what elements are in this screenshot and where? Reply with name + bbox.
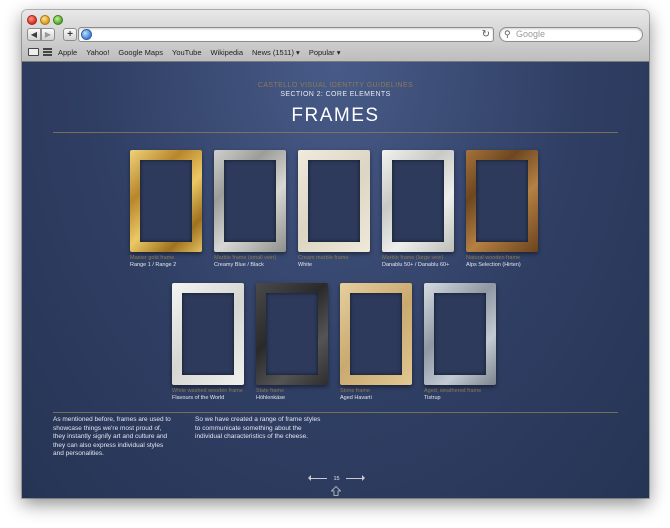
body-paragraph-right: So we have created a range of frame styl…	[195, 416, 321, 441]
search-field[interactable]: ⚲ Google	[499, 27, 643, 42]
browser-window: ◀ ▶ + ↻ ⚲ Google Apple Yahoo! Google Map…	[22, 10, 649, 498]
frame-image-marble-small-vein	[214, 150, 286, 252]
frame-image-stone	[340, 283, 412, 385]
page-content: CASTELLO VISUAL IDENTITY GUIDELINES SECT…	[22, 62, 649, 498]
next-page-arrow-icon[interactable]	[346, 475, 365, 481]
search-icon: ⚲	[504, 29, 511, 39]
frame-image-white-washed-wood	[172, 283, 244, 385]
page-title: FRAMES	[291, 105, 380, 126]
bookmark-google-maps[interactable]: Google Maps	[118, 48, 163, 57]
frame-name-label: Höhlenkäse	[256, 395, 286, 401]
bookmarks-book-icon[interactable]	[28, 48, 39, 56]
frame-name-label: Flavours of the World	[172, 395, 225, 401]
forward-button[interactable]: ▶	[41, 28, 55, 41]
bookmark-news[interactable]: News (1511) ▾	[252, 48, 300, 57]
frame-name-label: White	[298, 262, 313, 268]
frame-name-label: Danablu 50+ / Danablu 60+	[382, 262, 450, 268]
frame-image-marble-large-vein	[382, 150, 454, 252]
frame-type-label: White washed wooden frame	[172, 388, 243, 394]
address-bar[interactable]: ↻	[78, 27, 494, 42]
pagination: 15	[308, 475, 365, 483]
top-sites-grid-icon[interactable]	[43, 48, 52, 56]
globe-icon	[81, 29, 92, 40]
frame-type-label: Slate frame	[256, 388, 285, 394]
body-paragraph-left: As mentioned before, frames are used to …	[53, 416, 171, 458]
search-placeholder: Google	[516, 29, 546, 39]
page-number: 15	[333, 476, 340, 482]
reload-icon[interactable]: ↻	[482, 28, 490, 41]
bookmark-youtube[interactable]: YouTube	[172, 48, 201, 57]
home-up-arrow-icon[interactable]	[331, 486, 341, 496]
frame-type-label: Master gold frame	[130, 255, 175, 261]
zoom-window-button[interactable]	[53, 15, 63, 25]
previous-page-arrow-icon[interactable]	[308, 475, 327, 481]
frame-type-label: Cream marble frame	[298, 255, 349, 261]
back-button[interactable]: ◀	[27, 28, 41, 41]
guidelines-title: CASTELLO VISUAL IDENTITY GUIDELINES	[257, 82, 414, 89]
frame-name-label: Creamy Blue / Black	[214, 262, 264, 268]
minimize-window-button[interactable]	[40, 15, 50, 25]
frame-type-label: Marble frame (large vein)	[382, 255, 444, 261]
add-bookmark-button[interactable]: +	[63, 28, 77, 41]
frame-name-label: Range 1 / Range 2	[130, 262, 177, 268]
frame-name-label: Aged Havarti	[340, 395, 372, 401]
frame-image-slate	[256, 283, 328, 385]
frame-type-label: Aged, weathered frame	[424, 388, 482, 394]
divider-bottom	[53, 412, 618, 413]
frame-image-aged-weathered	[424, 283, 496, 385]
bookmark-apple[interactable]: Apple	[58, 48, 77, 57]
bookmark-yahoo[interactable]: Yahoo!	[86, 48, 109, 57]
frame-name-label: Tistrup	[424, 395, 441, 401]
bookmark-wikipedia[interactable]: Wikipedia	[211, 48, 244, 57]
frame-image-cream-marble	[298, 150, 370, 252]
frame-image-gold	[130, 150, 202, 252]
bookmarks-bar: Apple Yahoo! Google Maps YouTube Wikiped…	[22, 43, 649, 61]
browser-toolbar: ◀ ▶ + ↻ ⚲ Google Apple Yahoo! Google Map…	[22, 10, 649, 62]
close-window-button[interactable]	[27, 15, 37, 25]
divider-top	[53, 132, 618, 133]
frame-type-label: Marble frame (small vein)	[214, 255, 277, 261]
frame-name-label: Alps Selection (Hirten)	[466, 262, 521, 268]
bookmark-popular[interactable]: Popular ▾	[309, 48, 341, 57]
section-title: SECTION 2: CORE ELEMENTS	[280, 91, 391, 98]
frame-image-natural-wood	[466, 150, 538, 252]
frame-type-label: Stone frame	[340, 388, 370, 394]
frame-type-label: Natural wooden frame	[466, 255, 521, 261]
